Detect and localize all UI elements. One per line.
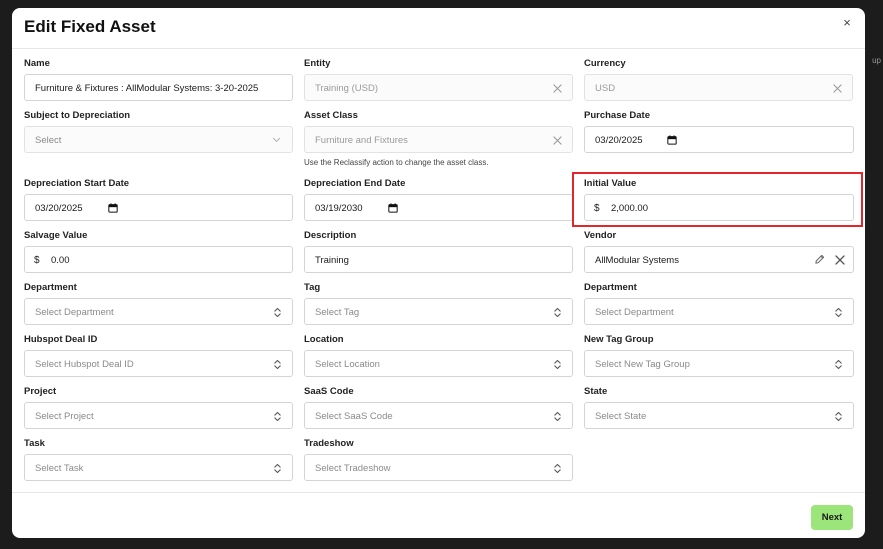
edit-fixed-asset-modal: Edit Fixed Asset × Name Furniture & Fixt…: [12, 8, 865, 538]
background-partial-text: up: [872, 56, 881, 65]
vendor-label: Vendor: [584, 230, 617, 241]
subject-to-depreciation-label: Subject to Depreciation: [24, 110, 131, 121]
calendar-icon[interactable]: [667, 135, 677, 145]
tradeshow-label: Tradeshow: [304, 438, 354, 449]
asset-class-select[interactable]: Furniture and Fixtures: [304, 126, 573, 153]
tradeshow-placeholder: Select Tradeshow: [315, 463, 391, 474]
updown-chevron-icon: [273, 463, 282, 474]
project-placeholder: Select Project: [35, 411, 94, 422]
chevron-down-icon: [272, 137, 281, 143]
purchase-date-input[interactable]: 03/20/2025: [584, 126, 854, 153]
project-select[interactable]: Select Project: [24, 402, 293, 429]
currency-label: Currency: [584, 58, 626, 69]
vendor-select[interactable]: AllModular Systems: [584, 246, 854, 273]
description-label: Description: [304, 230, 357, 241]
updown-chevron-icon: [553, 463, 562, 474]
updown-chevron-icon: [834, 359, 843, 370]
department-2-label: Department: [584, 282, 637, 293]
close-icon[interactable]: ×: [839, 14, 855, 30]
asset-class-label: Asset Class: [304, 110, 358, 121]
purchase-date-value: 03/20/2025: [595, 135, 643, 146]
salvage-value-label: Salvage Value: [24, 230, 88, 241]
calendar-icon[interactable]: [388, 203, 398, 213]
depreciation-end-date-input[interactable]: 03/19/2030: [304, 194, 573, 221]
asset-class-hint: Use the Reclassify action to change the …: [304, 158, 489, 167]
next-button[interactable]: Next: [811, 505, 853, 530]
tag-label: Tag: [304, 282, 321, 293]
depreciation-end-date-label: Depreciation End Date: [304, 178, 406, 189]
calendar-icon[interactable]: [108, 203, 118, 213]
pencil-icon[interactable]: [814, 254, 825, 265]
location-placeholder: Select Location: [315, 359, 380, 370]
entity-label: Entity: [304, 58, 331, 69]
updown-chevron-icon: [834, 307, 843, 318]
state-placeholder: Select State: [595, 411, 647, 422]
subject-to-depreciation-select[interactable]: Select: [24, 126, 293, 153]
description-input[interactable]: Training: [304, 246, 573, 273]
state-label: State: [584, 386, 608, 397]
modal-footer: Next: [12, 492, 865, 538]
location-label: Location: [304, 334, 344, 345]
location-select[interactable]: Select Location: [304, 350, 573, 377]
entity-value: Training (USD): [315, 83, 378, 94]
purchase-date-label: Purchase Date: [584, 110, 651, 121]
updown-chevron-icon: [273, 307, 282, 318]
updown-chevron-icon: [553, 307, 562, 318]
task-label: Task: [24, 438, 45, 449]
depreciation-start-date-input[interactable]: 03/20/2025: [24, 194, 293, 221]
salvage-value-input[interactable]: $ 0.00: [24, 246, 293, 273]
department-2-select[interactable]: Select Department: [584, 298, 854, 325]
task-select[interactable]: Select Task: [24, 454, 293, 481]
asset-class-value: Furniture and Fixtures: [315, 135, 408, 146]
hubspot-deal-id-placeholder: Select Hubspot Deal ID: [35, 359, 134, 370]
department-label: Department: [24, 282, 77, 293]
department-placeholder: Select Department: [35, 307, 114, 318]
subject-to-depreciation-placeholder: Select: [35, 135, 62, 146]
name-label: Name: [24, 58, 50, 69]
depreciation-start-date-value: 03/20/2025: [35, 203, 83, 214]
department-2-placeholder: Select Department: [595, 307, 674, 318]
saas-code-placeholder: Select SaaS Code: [315, 411, 393, 422]
new-tag-group-select[interactable]: Select New Tag Group: [584, 350, 854, 377]
saas-code-select[interactable]: Select SaaS Code: [304, 402, 573, 429]
updown-chevron-icon: [834, 411, 843, 422]
depreciation-end-date-value: 03/19/2030: [315, 203, 363, 214]
modal-header: Edit Fixed Asset ×: [12, 8, 865, 49]
tag-select[interactable]: Select Tag: [304, 298, 573, 325]
tag-placeholder: Select Tag: [315, 307, 360, 318]
description-value: Training: [315, 255, 349, 266]
hubspot-deal-id-label: Hubspot Deal ID: [24, 334, 98, 345]
highlight-box: [572, 172, 863, 227]
hubspot-deal-id-select[interactable]: Select Hubspot Deal ID: [24, 350, 293, 377]
updown-chevron-icon: [553, 359, 562, 370]
tradeshow-select[interactable]: Select Tradeshow: [304, 454, 573, 481]
currency-select[interactable]: USD: [584, 74, 853, 101]
state-select[interactable]: Select State: [584, 402, 854, 429]
vendor-value: AllModular Systems: [595, 255, 679, 266]
clear-icon[interactable]: [553, 84, 562, 93]
modal-title: Edit Fixed Asset: [24, 17, 156, 36]
name-value: Furniture & Fixtures : AllModular System…: [35, 83, 259, 94]
updown-chevron-icon: [553, 411, 562, 422]
depreciation-start-date-label: Depreciation Start Date: [24, 178, 130, 189]
clear-icon[interactable]: [833, 84, 842, 93]
entity-select[interactable]: Training (USD): [304, 74, 573, 101]
department-select[interactable]: Select Department: [24, 298, 293, 325]
new-tag-group-placeholder: Select New Tag Group: [595, 359, 690, 370]
project-label: Project: [24, 386, 57, 397]
updown-chevron-icon: [273, 359, 282, 370]
clear-icon[interactable]: [553, 136, 562, 145]
saas-code-label: SaaS Code: [304, 386, 354, 397]
currency-value: USD: [595, 83, 616, 94]
new-tag-group-label: New Tag Group: [584, 334, 654, 345]
updown-chevron-icon: [273, 411, 282, 422]
close-icon[interactable]: [835, 255, 845, 265]
name-input[interactable]: Furniture & Fixtures : AllModular System…: [24, 74, 293, 101]
salvage-value-value: 0.00: [51, 255, 70, 266]
task-placeholder: Select Task: [35, 463, 84, 474]
currency-symbol: $: [34, 255, 40, 266]
